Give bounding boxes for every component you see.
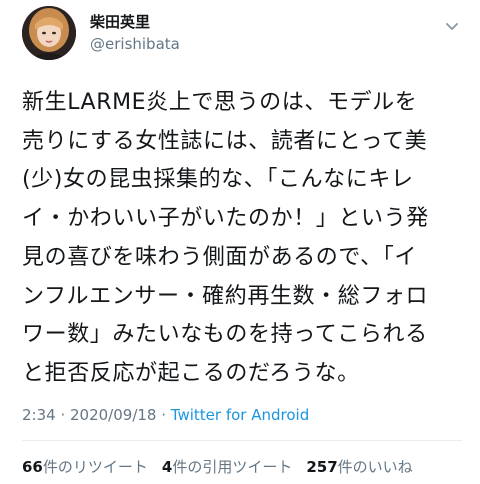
quotes-stat[interactable]: 4件の引用ツイート <box>162 458 292 476</box>
retweets-count: 66 <box>22 458 43 476</box>
retweets-label: 件のリツイート <box>42 458 148 476</box>
author-display-name[interactable]: 柴田英里 <box>90 12 180 32</box>
author-handle[interactable]: @erishibata <box>90 34 180 54</box>
retweets-stat[interactable]: 66件のリツイート <box>22 458 148 476</box>
avatar[interactable] <box>22 6 76 60</box>
tweet-stats: 66件のリツイート 4件の引用ツイート 257件のいいね <box>22 456 413 477</box>
tweet-date[interactable]: 2020/09/18 <box>70 406 156 424</box>
quotes-count: 4 <box>161 458 173 476</box>
tweet-text: 新生LARME炎上で思うのは、モデルを 売りにする女性誌には、読者にとって美 (… <box>22 90 429 386</box>
divider <box>22 440 462 441</box>
likes-count: 257 <box>306 458 338 476</box>
author-info[interactable]: 柴田英里 @erishibata <box>90 12 180 54</box>
tweet-meta: 2:34 · 2020/09/18 · Twitter for Android <box>22 406 309 424</box>
likes-stat[interactable]: 257件のいいね <box>306 458 412 476</box>
chevron-down-icon <box>446 23 458 30</box>
meta-separator: · <box>55 406 70 424</box>
tweet-source-link[interactable]: Twitter for Android <box>171 406 309 424</box>
likes-label: 件のいいね <box>337 458 413 476</box>
meta-separator: · <box>156 406 171 424</box>
tweet-header: 柴田英里 @erishibata <box>22 6 462 62</box>
more-options-button[interactable] <box>442 16 462 36</box>
quotes-label: 件の引用ツイート <box>172 458 293 476</box>
avatar-image <box>22 6 76 60</box>
tweet-time[interactable]: 2:34 <box>22 406 56 424</box>
